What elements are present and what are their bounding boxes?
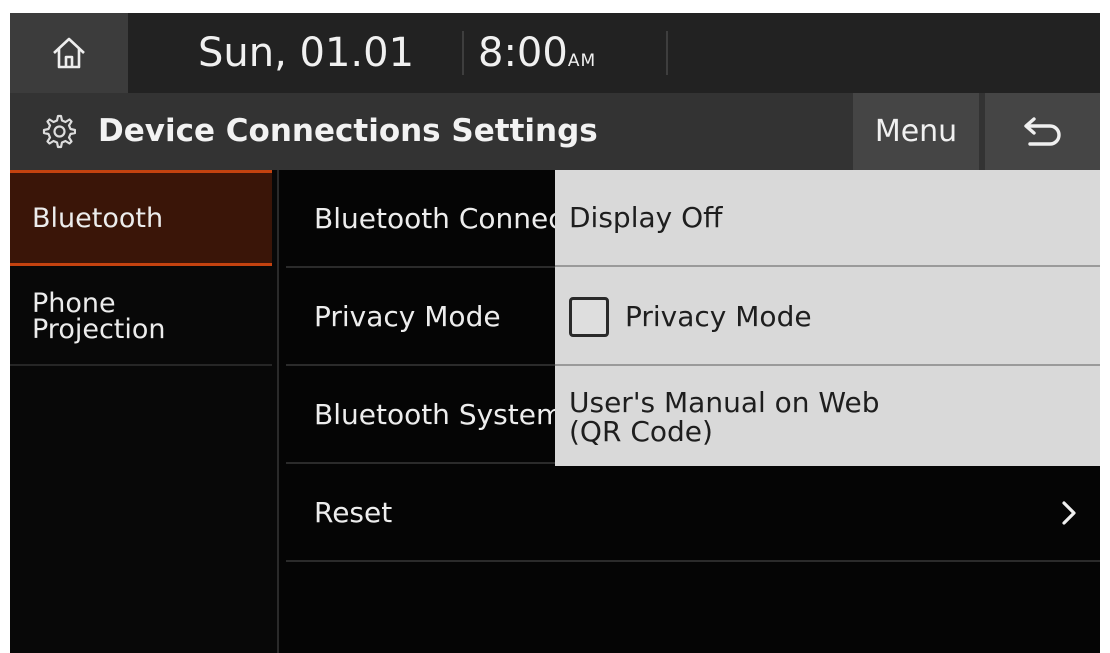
privacy-mode-checkbox[interactable] (569, 296, 609, 337)
sidebar-item-label: Phone Projection (32, 290, 166, 345)
popup-item-label-line2: (QR Code) (569, 414, 713, 448)
home-icon (53, 37, 85, 69)
list-item-label: Privacy Mode (314, 299, 501, 333)
page-title: Device Connections Settings (98, 113, 598, 149)
status-divider (666, 31, 668, 75)
popup-item-label: Display Off (569, 201, 723, 234)
sidebar-divider (277, 170, 279, 653)
list-item-label: Reset (314, 495, 393, 529)
popup-item-label: Privacy Mode (625, 300, 812, 333)
status-time-value: 8:00 (478, 30, 568, 76)
back-arrow-icon (1023, 116, 1061, 146)
list-item-reset[interactable]: Reset (286, 464, 1100, 562)
gear-icon (42, 114, 76, 149)
status-divider (462, 31, 464, 75)
options-popup-menu: Display Off Privacy Mode User's Manual o… (555, 170, 1100, 466)
popup-item-label: User's Manual on Web (QR Code) (569, 388, 879, 446)
popup-item-privacy-mode[interactable]: Privacy Mode (555, 269, 1100, 366)
title-bar: Device Connections Settings Menu (10, 93, 1100, 170)
status-time: 8:00AM (478, 13, 596, 93)
sidebar-item-phone-projection[interactable]: Phone Projection (10, 270, 272, 366)
sidebar: Bluetooth Phone Projection (10, 170, 277, 653)
menu-button[interactable]: Menu (853, 93, 979, 170)
sidebar-item-label-line2: Projection (32, 314, 166, 345)
chevron-right-icon (1062, 501, 1076, 525)
popup-item-display-off[interactable]: Display Off (555, 170, 1100, 267)
sidebar-item-label: Bluetooth (32, 202, 164, 234)
head-unit-screen: Sun, 01.01 8:00AM Device Connections Set… (10, 13, 1100, 653)
status-bar: Sun, 01.01 8:00AM (10, 13, 1100, 93)
status-date: Sun, 01.01 (198, 30, 415, 76)
popup-item-label-line1: User's Manual on Web (569, 385, 880, 419)
back-button[interactable] (985, 93, 1100, 170)
popup-item-users-manual-web[interactable]: User's Manual on Web (QR Code) (555, 368, 1100, 465)
status-ampm: AM (567, 51, 597, 71)
sidebar-item-bluetooth[interactable]: Bluetooth (10, 170, 272, 266)
home-button[interactable] (10, 13, 128, 93)
